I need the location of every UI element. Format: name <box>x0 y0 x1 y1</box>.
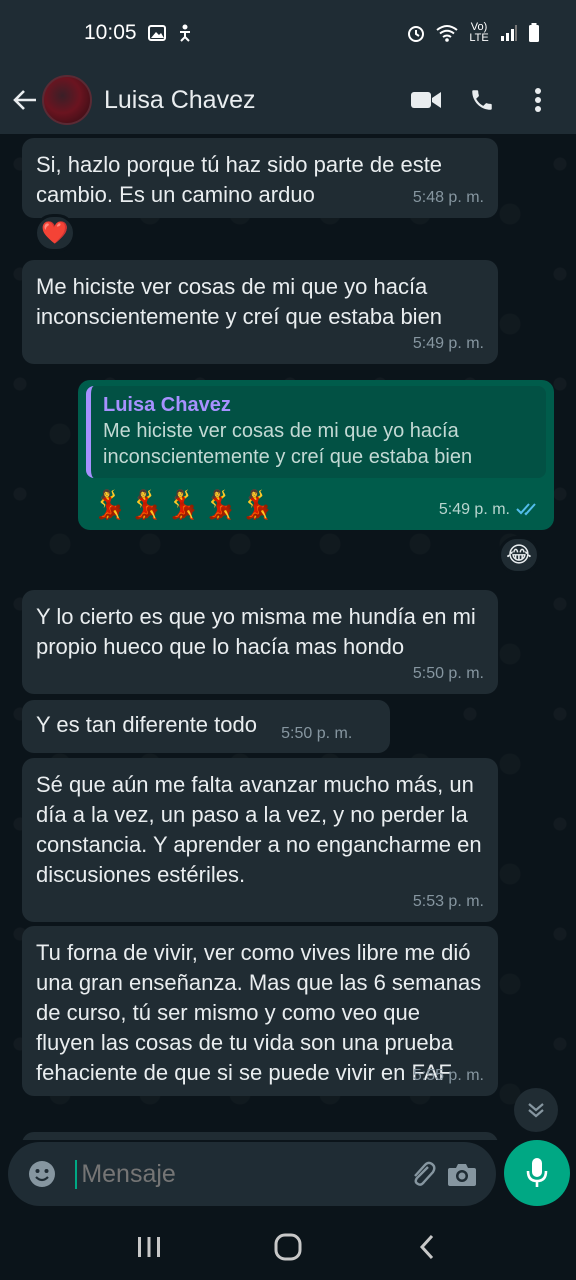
message-text: Y lo cierto es que yo misma me hundía en… <box>36 604 476 659</box>
chat-header: Luisa Chavez <box>0 66 576 134</box>
chevron-left-icon <box>419 1234 433 1260</box>
accessibility-icon <box>179 24 190 42</box>
system-nav-bar <box>0 1214 576 1280</box>
video-call-button[interactable] <box>398 72 454 128</box>
status-left-icons <box>147 23 195 43</box>
message-incoming[interactable]: Me hiciste ver cosas de mi que yo hacía … <box>22 260 498 364</box>
message-text: Y es tan diferente todo <box>36 712 257 737</box>
recent-apps-button[interactable] <box>119 1222 179 1272</box>
double-check-icon <box>516 503 536 516</box>
message-time: 5:53 p. m. <box>412 893 484 910</box>
camera-icon <box>448 1164 477 1186</box>
status-right-icons: Vo) LTE <box>406 22 540 44</box>
microphone-icon <box>526 1158 548 1187</box>
attach-button[interactable] <box>403 1152 442 1196</box>
camera-button[interactable] <box>443 1152 482 1196</box>
message-composer <box>8 1142 496 1206</box>
voice-record-button[interactable] <box>504 1140 570 1206</box>
message-text: Tu forna de vivir, ver como vives libre … <box>36 940 482 1085</box>
back-button[interactable] <box>10 80 40 120</box>
quote-text: Me hiciste ver cosas de mi que yo hacía … <box>103 420 473 468</box>
alarm-icon <box>408 26 424 42</box>
message-input[interactable] <box>75 1159 404 1189</box>
message-incoming[interactable]: Y es tan diferente todo 5:50 p. m. <box>22 700 390 753</box>
signal-icon <box>501 25 517 41</box>
emoji-button[interactable] <box>22 1152 61 1196</box>
video-camera-icon <box>411 92 441 108</box>
message-time: 5:49 p. m. <box>438 501 510 518</box>
paperclip-icon <box>414 1161 436 1186</box>
voice-call-button[interactable] <box>454 72 510 128</box>
contact-name[interactable]: Luisa Chavez <box>104 86 398 115</box>
more-vertical-icon <box>535 88 541 112</box>
recent-apps-icon <box>138 1237 161 1257</box>
message-incoming[interactable]: Sé que aún me falta avanzar mucho más, u… <box>22 758 498 922</box>
message-reaction[interactable]: ❤️ <box>34 214 76 252</box>
avatar[interactable] <box>42 75 92 125</box>
message-time: 5:50 p. m. <box>412 665 484 682</box>
back-nav-button[interactable] <box>397 1222 457 1272</box>
home-button[interactable] <box>258 1222 318 1272</box>
message-time: 5:49 p. m. <box>412 335 484 352</box>
more-options-button[interactable] <box>510 72 566 128</box>
battery-icon <box>529 23 539 42</box>
message-text: Me hiciste ver cosas de mi que yo hacía … <box>36 274 443 329</box>
message-text: Sé que aún me falta avanzar mucho más, u… <box>36 772 482 887</box>
wifi-icon <box>436 25 458 42</box>
phone-icon <box>472 90 492 110</box>
home-icon <box>274 1233 302 1261</box>
quoted-message[interactable]: Luisa Chavez Me hiciste ver cosas de mi … <box>86 386 546 478</box>
double-chevron-down-icon <box>528 1103 544 1118</box>
status-bar: 10:05 Vo) LTE <box>0 0 576 66</box>
message-incoming[interactable]: Y lo cierto es que yo misma me hundía en… <box>22 590 498 694</box>
scroll-down-button[interactable] <box>514 1088 558 1132</box>
emoji-icon <box>28 1161 55 1187</box>
chat-area[interactable]: Si, hazlo porque tú haz sido parte de es… <box>0 134 576 1140</box>
message-reaction[interactable]: 😂 <box>498 536 540 574</box>
message-incoming-partial[interactable] <box>22 1132 498 1140</box>
message-incoming[interactable]: Si, hazlo porque tú haz sido parte de es… <box>22 138 498 218</box>
gallery-icon <box>147 25 166 41</box>
status-time: 10:05 <box>84 21 137 44</box>
quote-author: Luisa Chavez <box>103 394 231 416</box>
network-label: Vo) LTE <box>469 21 489 44</box>
message-incoming[interactable]: Tu forna de vivir, ver como vives libre … <box>22 926 498 1096</box>
arrow-left-icon <box>13 90 36 110</box>
message-outgoing[interactable]: Luisa Chavez Me hiciste ver cosas de mi … <box>78 380 554 530</box>
message-emoji: 💃💃💃💃💃 <box>92 489 277 520</box>
message-time: 5:50 p. m. <box>281 725 353 742</box>
